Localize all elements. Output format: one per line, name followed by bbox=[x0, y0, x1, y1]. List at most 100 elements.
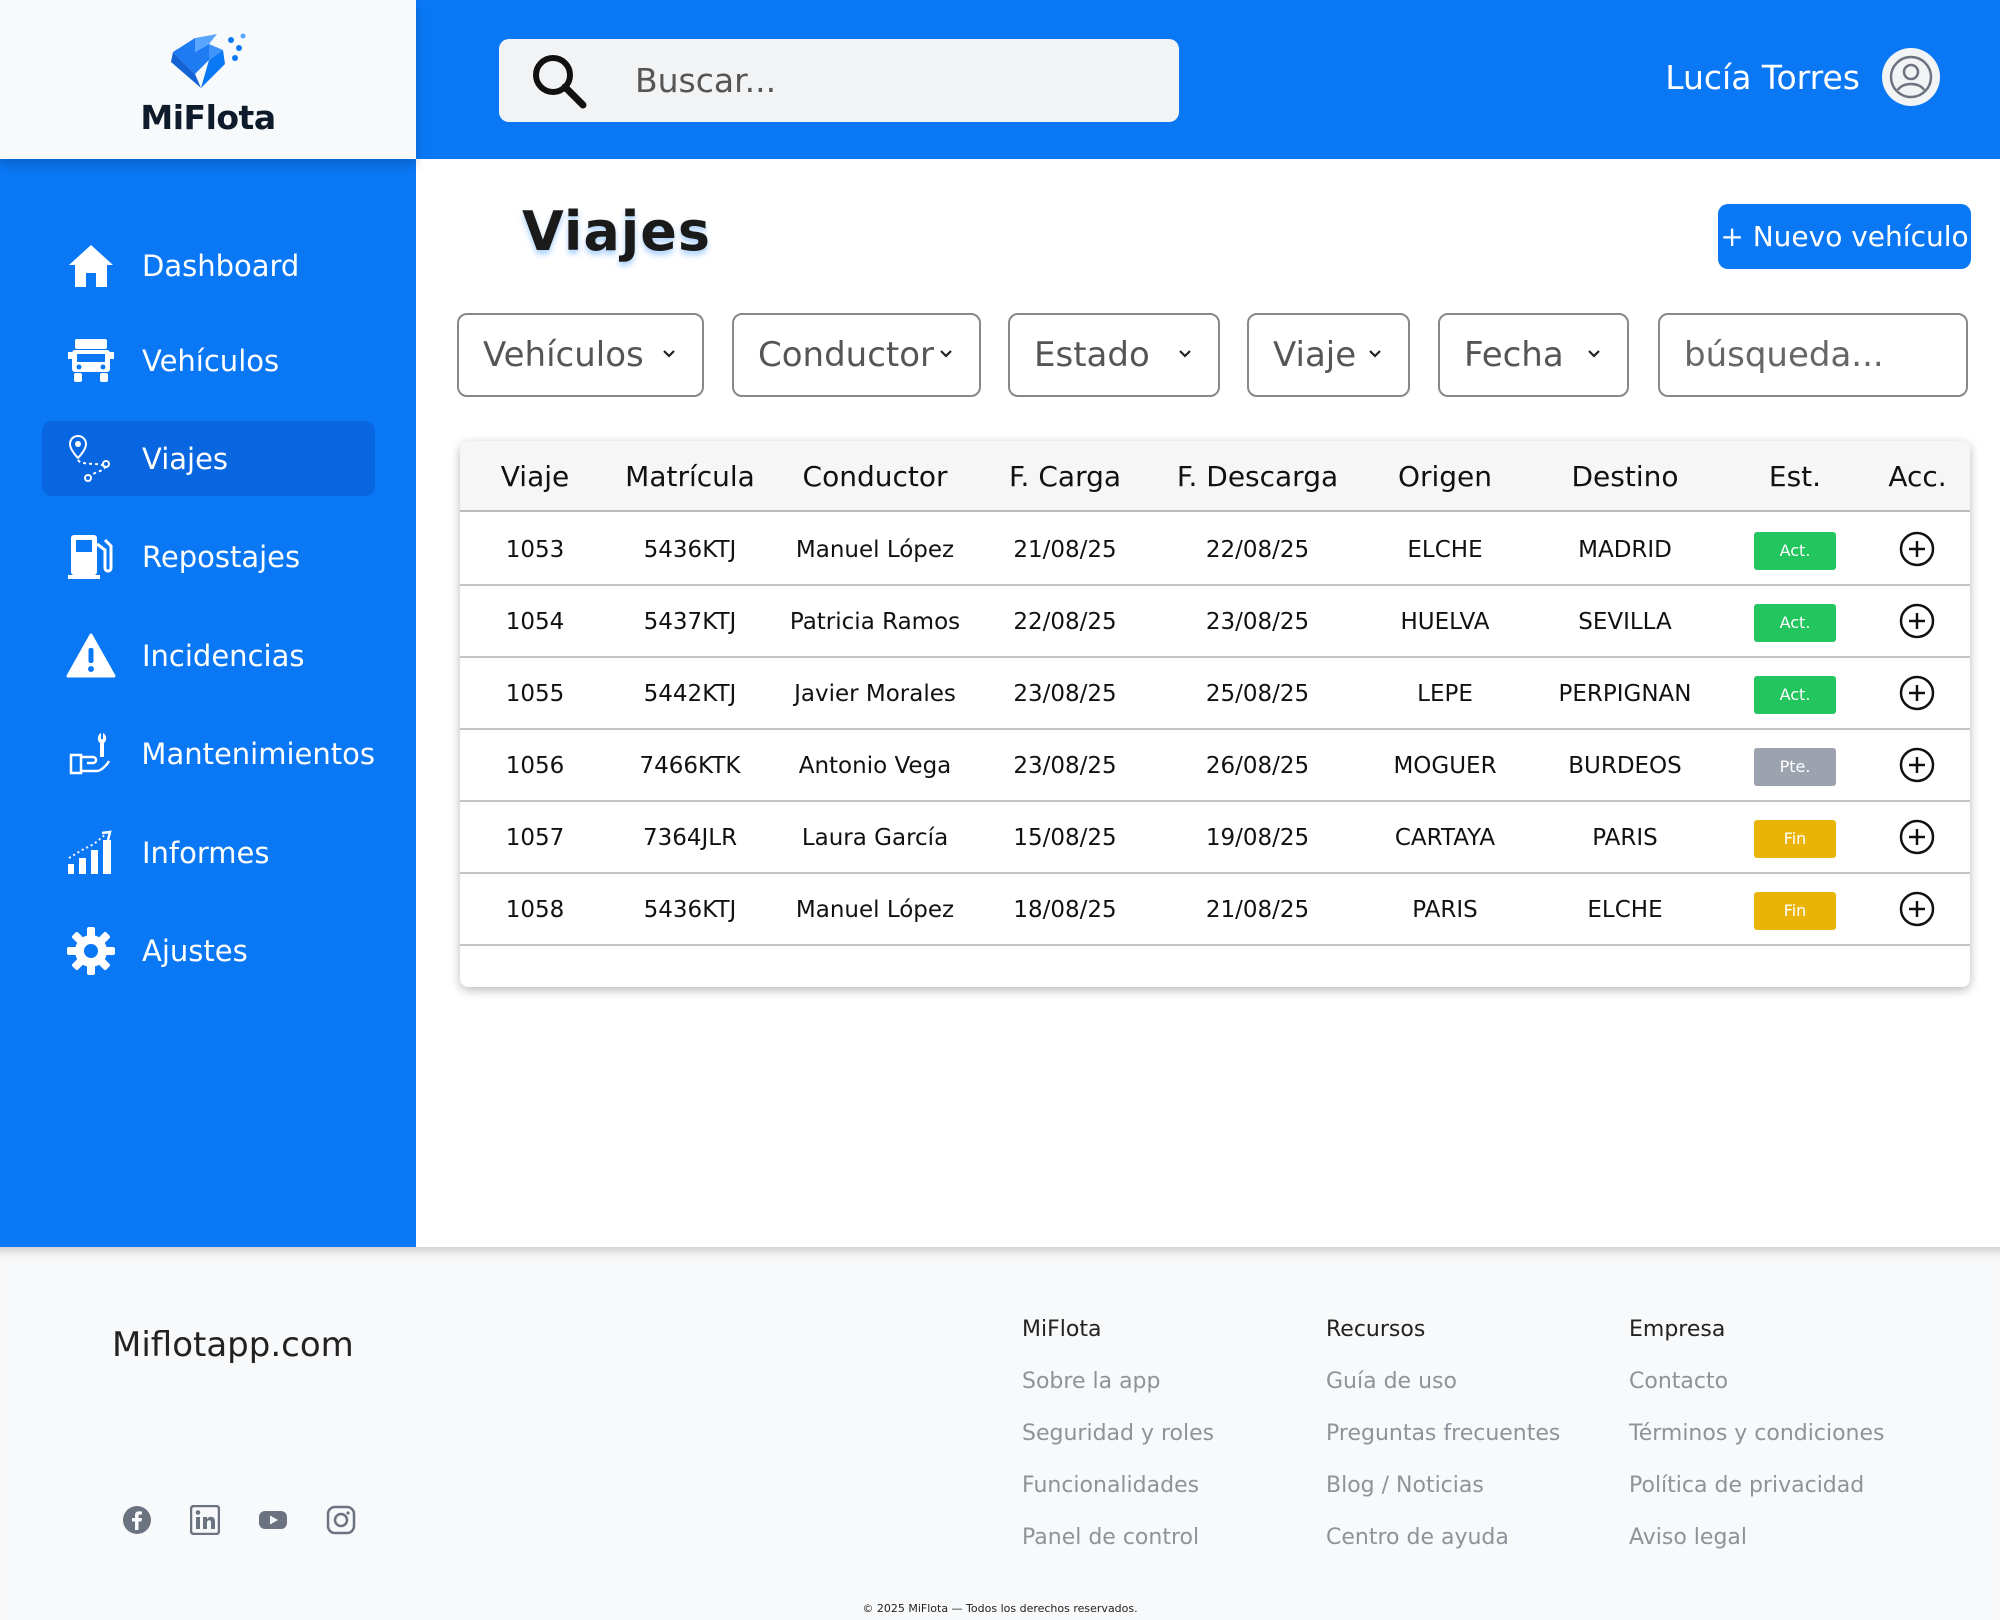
footer-column-title: Empresa bbox=[1629, 1317, 1726, 1342]
footer-brand[interactable]: Miflotapp.com bbox=[112, 1325, 354, 1365]
footer-link[interactable]: Términos y condiciones bbox=[1629, 1421, 1885, 1446]
col-header-conductor[interactable]: Conductor bbox=[770, 441, 980, 512]
sidebar-item-viajes[interactable]: Viajes bbox=[42, 421, 375, 496]
facebook-icon[interactable] bbox=[122, 1505, 152, 1535]
sidebar-item-dashboard[interactable]: Dashboard bbox=[42, 228, 375, 303]
sidebar-item-repostajes[interactable]: Repostajes bbox=[42, 519, 375, 594]
add-action-icon[interactable] bbox=[1897, 817, 1937, 857]
footer-link[interactable]: Política de privacidad bbox=[1629, 1473, 1885, 1498]
sidebar-item-mantenimientos[interactable]: Mantenimientos bbox=[42, 716, 375, 791]
table-row[interactable]: 1058 5436KTJ Manuel López 18/08/25 21/08/25 P… bbox=[460, 874, 1970, 946]
cell-f-carga: 23/08/25 bbox=[1013, 753, 1117, 779]
cell-matricula: 7466KTK bbox=[639, 753, 741, 779]
status-badge: Fin bbox=[1754, 820, 1836, 858]
avatar[interactable] bbox=[1882, 48, 1940, 106]
footer-link[interactable]: Funcionalidades bbox=[1022, 1473, 1214, 1498]
filter-viaje[interactable]: Viaje bbox=[1247, 313, 1410, 397]
table-search-input[interactable] bbox=[1658, 313, 1968, 397]
footer-link[interactable]: Contacto bbox=[1629, 1369, 1885, 1394]
sidebar-item-label: Vehículos bbox=[142, 343, 280, 378]
col-header-estado[interactable]: Est. bbox=[1725, 441, 1865, 512]
sidebar-item-label: Ajustes bbox=[142, 933, 248, 968]
sidebar-item-ajustes[interactable]: Ajustes bbox=[42, 913, 375, 988]
col-header-f-carga[interactable]: F. Carga bbox=[980, 441, 1150, 512]
col-header-f-descarga[interactable]: F. Descarga bbox=[1150, 441, 1365, 512]
footer-link[interactable]: Seguridad y roles bbox=[1022, 1421, 1214, 1446]
user-name: Lucía Torres bbox=[1665, 57, 1860, 97]
footer: Miflotapp.com MiFlota Sobre la app Segurid… bbox=[0, 1247, 2000, 1620]
global-search[interactable] bbox=[499, 39, 1179, 122]
fuel-pump-icon bbox=[66, 532, 116, 582]
cell-conductor: Antonio Vega bbox=[798, 753, 952, 779]
chevron-down-icon bbox=[1179, 350, 1191, 358]
footer-link[interactable]: Centro de ayuda bbox=[1326, 1525, 1560, 1550]
trips-table: Viaje Matrícula Conductor F. Carga F. De… bbox=[460, 441, 1970, 987]
sidebar-item-informes[interactable]: Informes bbox=[42, 815, 375, 890]
cell-conductor: Manuel López bbox=[795, 897, 955, 923]
footer-link[interactable]: Panel de control bbox=[1022, 1525, 1214, 1550]
gear-icon bbox=[66, 926, 116, 976]
cell-origen: PARIS bbox=[1412, 897, 1478, 923]
sidebar-item-label: Mantenimientos bbox=[141, 736, 375, 771]
col-header-acciones: Acc. bbox=[1888, 460, 1947, 493]
youtube-icon[interactable] bbox=[258, 1505, 288, 1535]
footer-link[interactable]: Preguntas frecuentes bbox=[1326, 1421, 1560, 1446]
status-badge: Act. bbox=[1754, 604, 1836, 642]
add-action-icon[interactable] bbox=[1897, 673, 1937, 713]
col-header-destino[interactable]: Destino bbox=[1525, 441, 1725, 512]
cell-matricula: 5437KTJ bbox=[643, 609, 737, 635]
table-row[interactable]: 1057 7364JLR Laura García 15/08/25 19/08/25 C… bbox=[460, 802, 1970, 874]
chevron-down-icon bbox=[1369, 350, 1381, 358]
sidebar-item-label: Dashboard bbox=[142, 248, 300, 283]
filter-label: Viaje bbox=[1273, 335, 1357, 375]
col-header-matricula[interactable]: Matrícula bbox=[610, 441, 770, 512]
filter-fecha[interactable]: Fecha bbox=[1438, 313, 1629, 397]
footer-link[interactable]: Aviso legal bbox=[1629, 1525, 1885, 1550]
add-action-icon[interactable] bbox=[1897, 529, 1937, 569]
cell-destino: MADRID bbox=[1578, 537, 1672, 563]
logo[interactable]: MiFlota bbox=[0, 0, 416, 159]
add-action-icon[interactable] bbox=[1897, 889, 1937, 929]
search-input[interactable] bbox=[635, 61, 1155, 100]
filter-vehiculos[interactable]: Vehículos bbox=[457, 313, 704, 397]
sidebar-item-incidencias[interactable]: Incidencias bbox=[42, 618, 375, 693]
filter-estado[interactable]: Estado bbox=[1008, 313, 1220, 397]
table-row[interactable]: 1056 7466KTK Antonio Vega 23/08/25 26/08/25 M… bbox=[460, 730, 1970, 802]
linkedin-icon[interactable] bbox=[190, 1505, 220, 1535]
footer-column: Empresa Contacto Términos y condiciones Pol… bbox=[1629, 1317, 1885, 1577]
search-icon bbox=[533, 54, 587, 108]
sidebar-item-label: Informes bbox=[142, 835, 270, 870]
cell-origen: MOGUER bbox=[1393, 753, 1497, 779]
new-vehicle-button[interactable]: + Nuevo vehículo bbox=[1718, 204, 1971, 269]
footer-column-title: Recursos bbox=[1326, 1317, 1426, 1342]
filter-conductor[interactable]: Conductor bbox=[732, 313, 981, 397]
col-header-viaje[interactable]: Viaje bbox=[460, 441, 610, 512]
cell-f-descarga: 19/08/25 bbox=[1205, 825, 1310, 851]
cell-origen: CARTAYA bbox=[1394, 825, 1496, 851]
add-action-icon[interactable] bbox=[1897, 601, 1937, 641]
chevron-down-icon bbox=[940, 350, 952, 358]
user-menu[interactable]: Lucía Torres bbox=[1665, 48, 1940, 106]
sidebar-item-label: Repostajes bbox=[142, 539, 301, 574]
cell-f-descarga: 23/08/25 bbox=[1205, 609, 1310, 635]
footer-link[interactable]: Sobre la app bbox=[1022, 1369, 1214, 1394]
cell-viaje: 1056 bbox=[505, 753, 565, 779]
footer-link[interactable]: Blog / Noticias bbox=[1326, 1473, 1560, 1498]
cell-f-descarga: 26/08/25 bbox=[1205, 753, 1310, 779]
cell-f-descarga: 25/08/25 bbox=[1205, 681, 1310, 707]
cell-destino: PARIS bbox=[1592, 825, 1658, 851]
cell-f-carga: 15/08/25 bbox=[1013, 825, 1117, 851]
filter-label: Estado bbox=[1034, 335, 1150, 375]
add-action-icon[interactable] bbox=[1897, 745, 1937, 785]
filter-label: Conductor bbox=[758, 335, 935, 375]
cell-destino: BURDEOS bbox=[1568, 753, 1682, 779]
sidebar-item-vehiculos[interactable]: Vehículos bbox=[42, 323, 375, 398]
table-row[interactable]: 1054 5437KTJ Patricia Ramos 22/08/25 23/08/2… bbox=[460, 586, 1970, 658]
table-row[interactable]: 1055 5442KTJ Javier Morales 23/08/25 25/08/2… bbox=[460, 658, 1970, 730]
filter-label: Fecha bbox=[1464, 335, 1564, 375]
status-badge: Act. bbox=[1754, 532, 1836, 570]
instagram-icon[interactable] bbox=[326, 1505, 356, 1535]
footer-link[interactable]: Guía de uso bbox=[1326, 1369, 1560, 1394]
col-header-origen[interactable]: Origen bbox=[1365, 441, 1525, 512]
table-row[interactable]: 1053 5436KTJ Manuel López 21/08/25 22/08/25 E… bbox=[460, 514, 1970, 586]
